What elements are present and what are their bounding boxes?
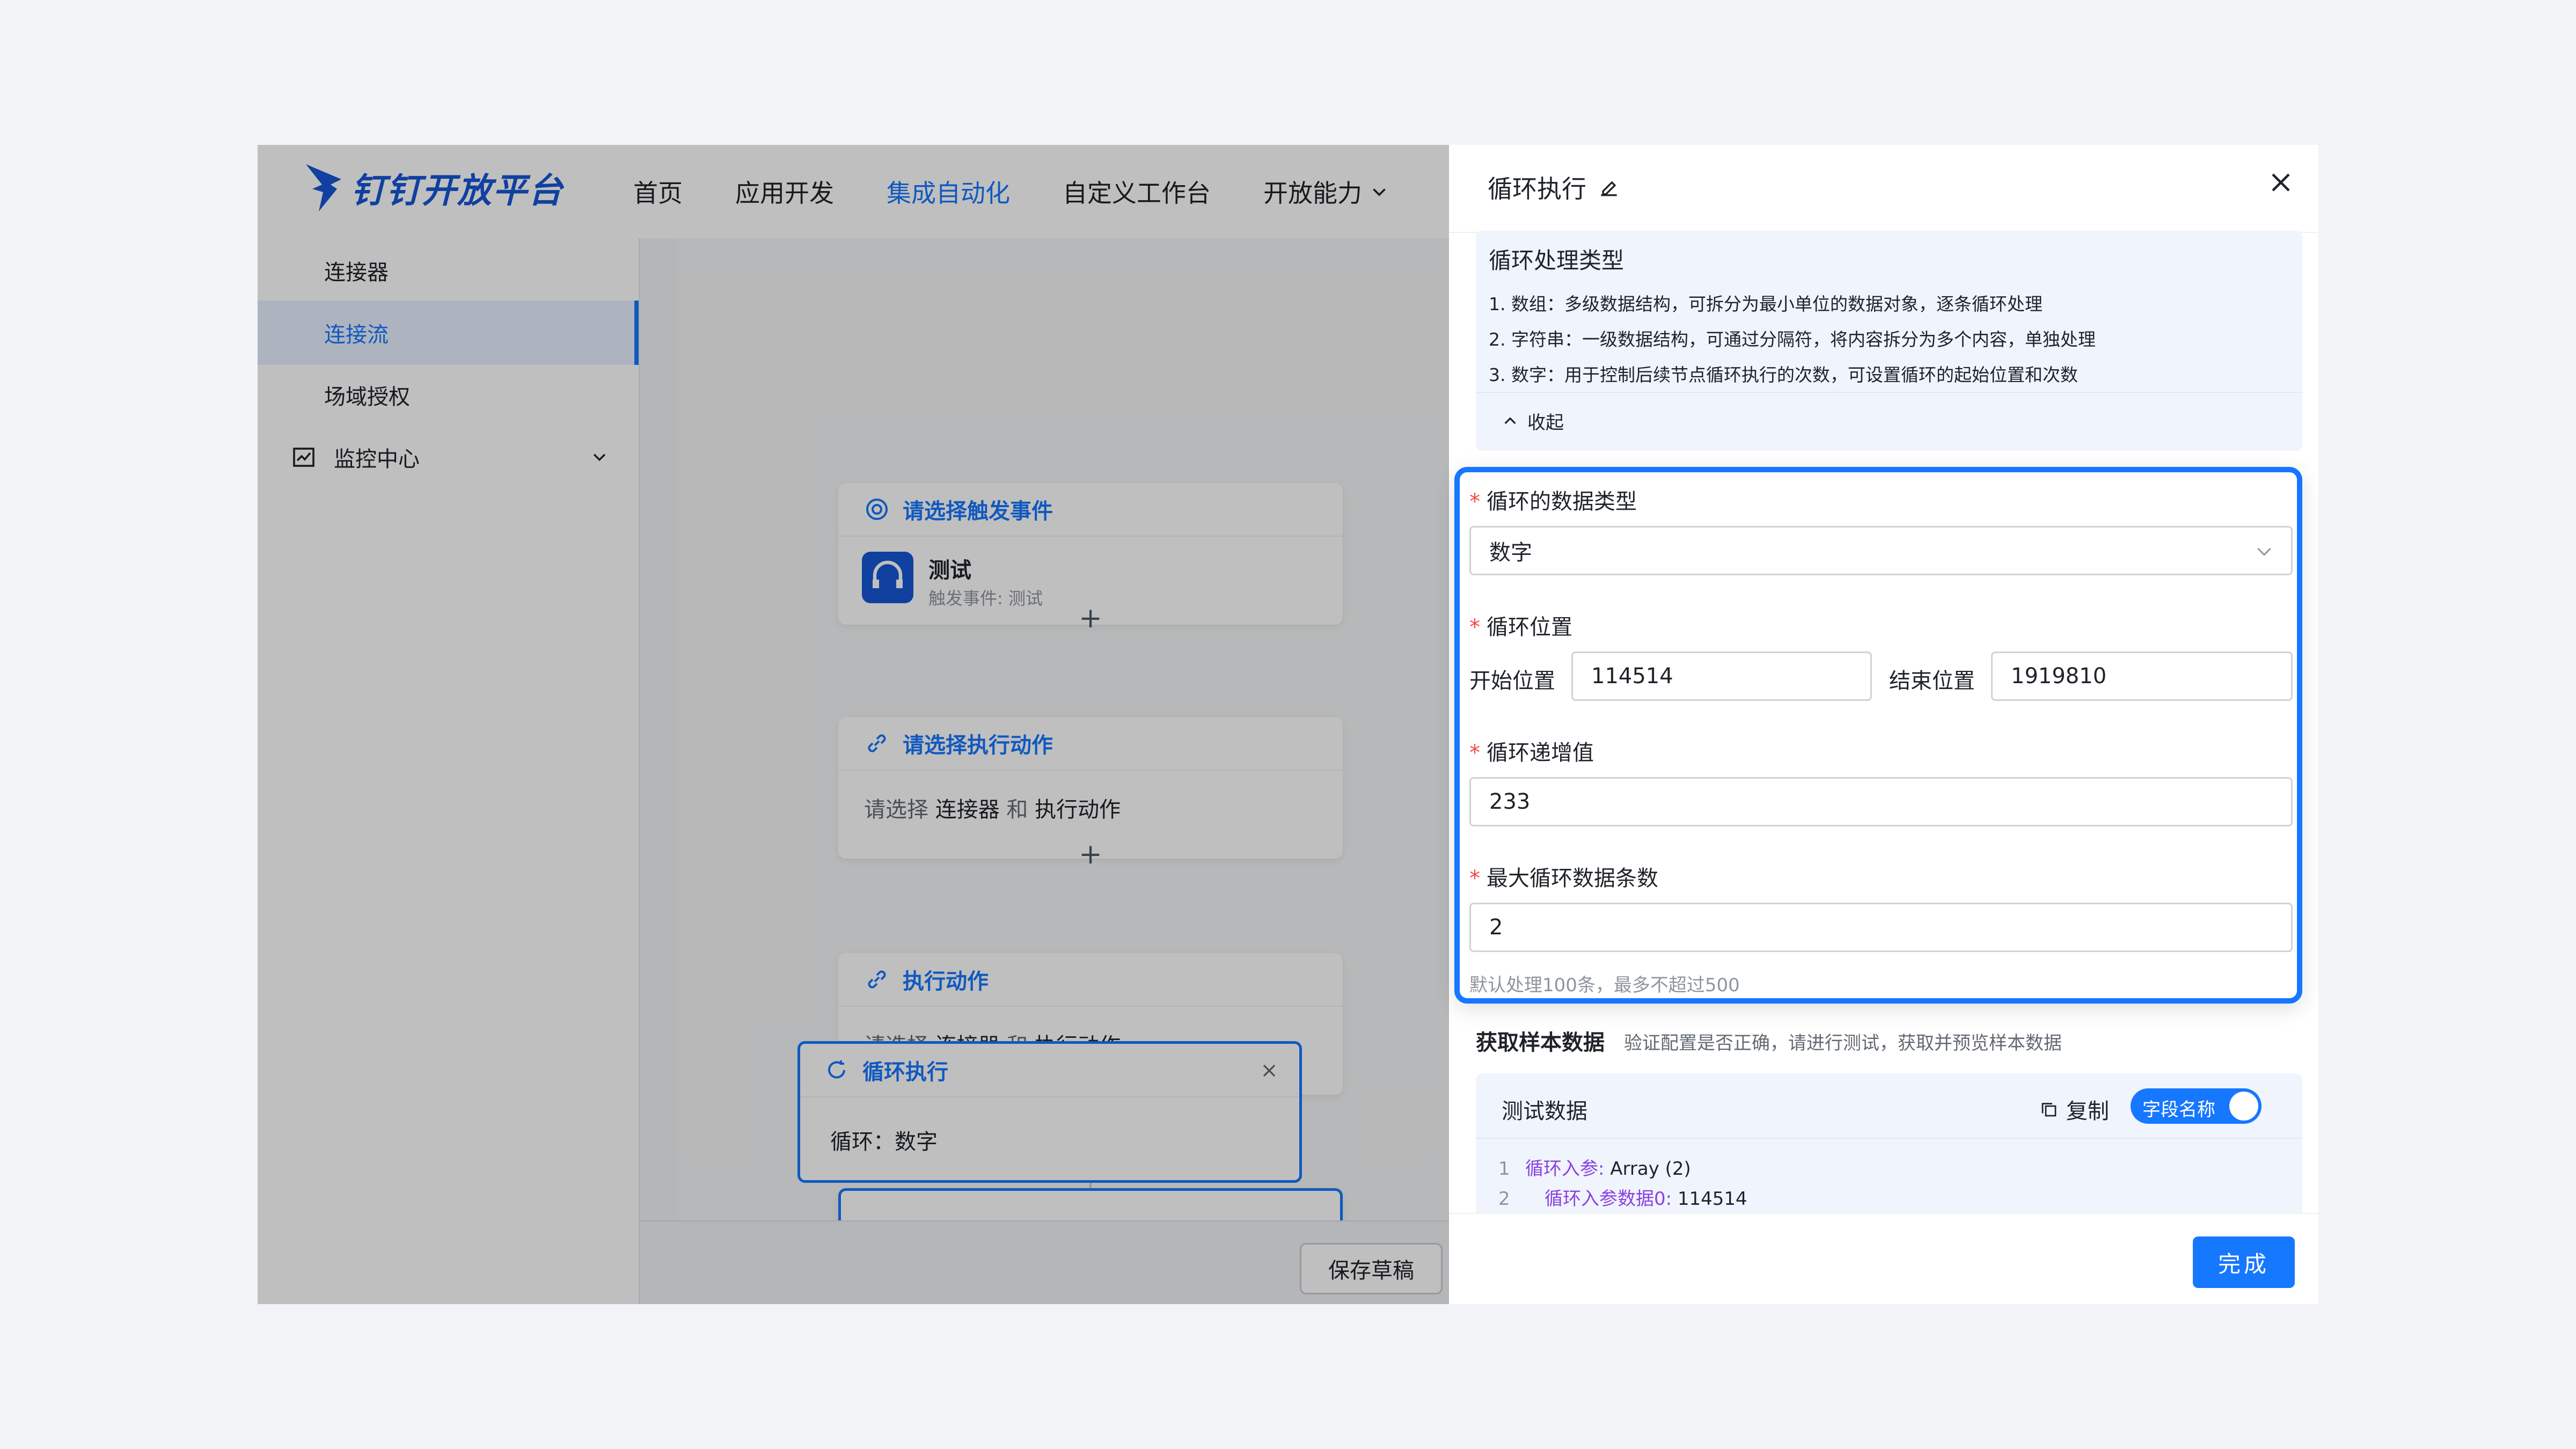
code-line: 1 循环入参: Array (2) — [1498, 1154, 1691, 1180]
config-drawer: 循环执行 循环处理类型 1. 数组：多级数据结构，可拆分为最小单位的数据对象，逐… — [1449, 145, 2318, 1304]
modal-overlay[interactable] — [258, 145, 1449, 1304]
collapse-button[interactable]: 收起 — [1502, 408, 1564, 434]
loop-type-info: 循环处理类型 1. 数组：多级数据结构，可拆分为最小单位的数据对象，逐条循环处理… — [1476, 231, 2302, 451]
toggle-knob — [2229, 1092, 2258, 1121]
test-data-panel: 测试数据 复制 字段名称 1 循环入参: Array (2) 2 循环入参数据0: … — [1476, 1073, 2302, 1234]
drawer-title-text: 循环执行 — [1488, 174, 1586, 203]
sample-data-description: 验证配置是否正确，请进行测试，获取并预览样本数据 — [1624, 1033, 2062, 1054]
info-title: 循环处理类型 — [1489, 247, 1624, 274]
code-value: Array (2) — [1604, 1158, 1691, 1180]
edit-icon[interactable] — [1597, 175, 1621, 199]
close-icon[interactable] — [2265, 166, 2297, 199]
label-text: 循环位置 — [1487, 615, 1572, 640]
drawer-header: 循环执行 — [1449, 145, 2318, 233]
max-items-hint: 默认处理100条，最多不超过500 — [1469, 975, 1740, 996]
label-text: 循环递增值 — [1487, 741, 1594, 765]
info-line: 1. 数组：多级数据结构，可拆分为最小单位的数据对象，逐条循环处理 — [1489, 294, 2043, 314]
input-value: 233 — [1489, 789, 1531, 814]
app-window: 钉钉开放平台 首页 应用开发 集成自动化 自定义工作台 开放能力 连接器 连接流… — [258, 145, 2318, 1304]
start-position-input[interactable]: 114514 — [1571, 652, 1872, 701]
toggle-label: 字段名称 — [2142, 1099, 2215, 1121]
loop-config-form: * 循环的数据类型 数字 * 循环位置 开始位置 114514 结束位置 19198… — [1454, 467, 2302, 1004]
info-line: 2. 字符串：一级数据结构，可通过分隔符，将内容拆分为多个内容，单独处理 — [1489, 329, 2096, 350]
input-value: 1919810 — [2011, 664, 2107, 689]
chevron-up-icon — [1504, 416, 1516, 424]
increment-label: * 循环递增值 — [1469, 735, 1594, 766]
line-number: 2 — [1498, 1188, 1510, 1210]
test-data-header: 测试数据 复制 字段名称 — [1476, 1073, 2302, 1139]
input-value: 114514 — [1591, 664, 1673, 689]
max-items-input[interactable]: 2 — [1469, 903, 2293, 952]
chevron-down-icon — [2257, 547, 2271, 556]
end-position-label: 结束位置 — [1889, 669, 1975, 693]
field-name-toggle[interactable]: 字段名称 — [2131, 1088, 2262, 1124]
info-line: 3. 数字：用于控制后续节点循环执行的次数，可设置循环的起始位置和次数 — [1489, 364, 2078, 385]
data-type-label: * 循环的数据类型 — [1469, 484, 1637, 515]
drawer-footer: 完成 — [1449, 1213, 2318, 1304]
done-button[interactable]: 完成 — [2193, 1236, 2295, 1288]
copy-label: 复制 — [2066, 1099, 2109, 1124]
copy-button[interactable]: 复制 — [2039, 1094, 2109, 1125]
required-mark: * — [1469, 489, 1480, 514]
required-mark: * — [1469, 866, 1480, 891]
max-items-label: * 最大循环数据条数 — [1469, 861, 1658, 892]
position-label: * 循环位置 — [1469, 610, 1572, 641]
line-number: 1 — [1498, 1158, 1510, 1180]
divider — [1476, 392, 2302, 393]
end-position-input[interactable]: 1919810 — [1991, 652, 2293, 701]
input-value: 2 — [1489, 915, 1503, 940]
test-data-title: 测试数据 — [1502, 1099, 1587, 1124]
label-text: 循环的数据类型 — [1487, 489, 1637, 514]
required-mark: * — [1469, 741, 1480, 765]
collapse-label: 收起 — [1527, 412, 1564, 434]
code-line: 2 循环入参数据0: 114514 — [1498, 1184, 1747, 1210]
required-mark: * — [1469, 615, 1480, 640]
code-value: 114514 — [1672, 1188, 1747, 1210]
select-value: 数字 — [1489, 540, 1532, 565]
copy-icon — [2041, 1103, 2057, 1117]
code-key: 循环入参数据0: — [1545, 1188, 1672, 1210]
sample-data-title: 获取样本数据 — [1476, 1030, 1605, 1055]
data-type-select[interactable]: 数字 — [1469, 526, 2293, 575]
code-key: 循环入参: — [1525, 1158, 1605, 1180]
start-position-label: 开始位置 — [1469, 669, 1555, 693]
label-text: 最大循环数据条数 — [1487, 866, 1658, 891]
drawer-title: 循环执行 — [1488, 170, 1621, 205]
increment-input[interactable]: 233 — [1469, 777, 2293, 826]
